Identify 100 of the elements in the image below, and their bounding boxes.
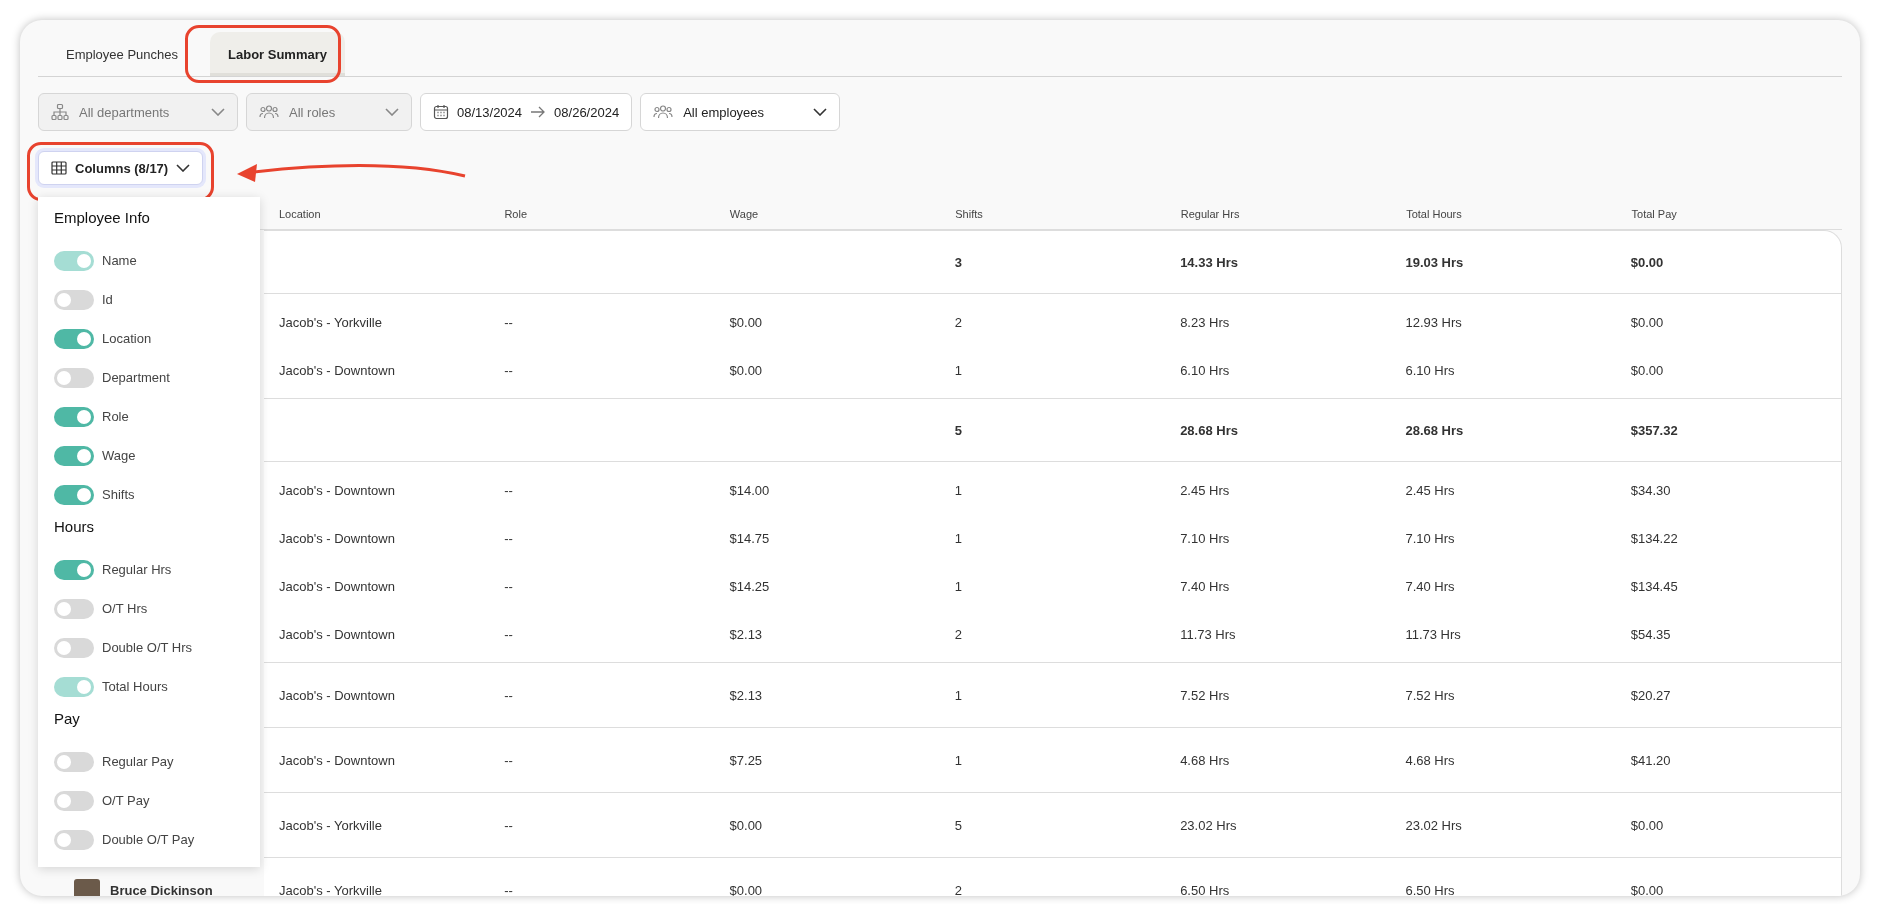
toggle-switch[interactable] bbox=[54, 751, 94, 772]
toggle-switch[interactable] bbox=[54, 445, 94, 466]
toggle-label: Double O/T Pay bbox=[102, 832, 195, 847]
toggle-switch[interactable] bbox=[54, 598, 94, 619]
table-cell-text: 7.52 Hrs bbox=[1179, 687, 1231, 703]
calendar-icon bbox=[433, 104, 449, 120]
table-cell-text: 6.10 Hrs bbox=[1179, 362, 1231, 378]
table-cell-text: $0.00 bbox=[1629, 314, 1665, 330]
start-date: 08/13/2024 bbox=[457, 104, 523, 120]
table-cell-text: 23.02 Hrs bbox=[1179, 817, 1238, 833]
table-cell-text: 8.23 Hrs bbox=[1179, 314, 1231, 330]
table-cell-text: Jacob's - Yorkville bbox=[278, 314, 383, 330]
table-cell-text: $0.00 bbox=[1629, 882, 1665, 896]
table-cell-text: 7.10 Hrs bbox=[1404, 530, 1456, 546]
toggle-label: Regular Hrs bbox=[102, 562, 172, 577]
table-cell-text: 4.68 Hrs bbox=[1404, 752, 1456, 768]
toggle-switch[interactable] bbox=[54, 484, 94, 505]
toggle-switch[interactable] bbox=[54, 289, 94, 310]
column-header[interactable]: Total Pay bbox=[1616, 208, 1842, 220]
table-cell-text: $134.45 bbox=[1629, 578, 1679, 594]
toggle-switch[interactable] bbox=[54, 637, 94, 658]
toggle-switch[interactable] bbox=[54, 559, 94, 580]
table-cell-text: $2.13 bbox=[728, 687, 764, 703]
table-cell-text: $20.27 bbox=[1629, 687, 1672, 703]
toggle-switch[interactable] bbox=[54, 367, 94, 388]
chevron-down-icon bbox=[813, 108, 828, 116]
table-cell-text: $0.00 bbox=[728, 882, 764, 896]
table-cell-text: 7.10 Hrs bbox=[1179, 530, 1231, 546]
column-header[interactable]: Shifts bbox=[940, 208, 1166, 220]
employee-name: Bruce Dickinson bbox=[110, 882, 213, 896]
columns-button[interactable]: Columns (8/17) bbox=[38, 151, 204, 185]
tab[interactable]: Labor Summary bbox=[210, 32, 345, 76]
table-cell-text: $0.00 bbox=[1629, 817, 1665, 833]
section-heading: Employee Info bbox=[54, 209, 151, 228]
table-cell-text: -- bbox=[503, 752, 514, 768]
table-cell-text: -- bbox=[503, 530, 514, 546]
column-header[interactable]: Role bbox=[489, 208, 715, 220]
table-cell-text: 7.40 Hrs bbox=[1179, 578, 1231, 594]
table-cell-text: 2 bbox=[953, 314, 964, 330]
table-cell-text: -- bbox=[503, 687, 514, 703]
column-header[interactable]: Total Hours bbox=[1391, 208, 1617, 220]
table-cell-text: -- bbox=[503, 882, 514, 896]
toggle-label: O/T Pay bbox=[102, 793, 150, 808]
toggle-label: Id bbox=[102, 292, 113, 307]
chevron-down-icon bbox=[211, 108, 225, 116]
toggle-label: Name bbox=[102, 253, 137, 268]
toggle-label: O/T Hrs bbox=[102, 601, 148, 616]
arrow-right-icon bbox=[530, 106, 547, 118]
table-cell-text: 1 bbox=[953, 530, 964, 546]
filter-dropdown[interactable]: All employees bbox=[640, 93, 841, 131]
table-cell-text: $0.00 bbox=[728, 362, 764, 378]
toggle-label: Department bbox=[102, 370, 170, 385]
column-header[interactable]: Wage bbox=[714, 208, 941, 220]
table-cell-text: -- bbox=[503, 626, 514, 642]
toggle-label: Wage bbox=[102, 448, 136, 463]
table-cell-text: 7.52 Hrs bbox=[1404, 687, 1456, 703]
table-cell-text: Jacob's - Downtown bbox=[278, 578, 396, 594]
table-cell-text: $0.00 bbox=[1629, 362, 1665, 378]
table-cell-text: -- bbox=[503, 817, 514, 833]
table-cell-text: Jacob's - Yorkville bbox=[278, 817, 383, 833]
toggle-label: Total Hours bbox=[102, 679, 168, 694]
total-cell-text: 14.33 Hrs bbox=[1179, 254, 1239, 270]
table-cell-text: 4.68 Hrs bbox=[1179, 752, 1231, 768]
table-cell-text: 2.45 Hrs bbox=[1404, 482, 1456, 498]
toggle-switch[interactable] bbox=[54, 406, 94, 427]
table-cell-text: 23.02 Hrs bbox=[1404, 817, 1463, 833]
toggle-label: Role bbox=[102, 409, 129, 424]
toggle-switch[interactable] bbox=[54, 328, 94, 349]
table-cell-text: $54.35 bbox=[1629, 626, 1672, 642]
toggle-switch[interactable] bbox=[54, 790, 94, 811]
people-icon bbox=[653, 104, 674, 120]
table-cell-text: 1 bbox=[953, 482, 964, 498]
table-cell-text: -- bbox=[503, 362, 514, 378]
table-cell-text: Jacob's - Downtown bbox=[278, 482, 396, 498]
section-heading: Hours bbox=[54, 518, 95, 537]
tab[interactable]: Employee Punches bbox=[48, 32, 196, 76]
avatar-photo-placeholder bbox=[74, 879, 100, 896]
toggle-label: Shifts bbox=[102, 487, 135, 502]
table-cell-text: Jacob's - Downtown bbox=[278, 752, 396, 768]
table-cell-text: 6.50 Hrs bbox=[1404, 882, 1456, 896]
table-cell-text: 2 bbox=[953, 626, 964, 642]
table-cell-text: $34.30 bbox=[1629, 482, 1672, 498]
toggle-label: Location bbox=[102, 331, 152, 346]
table-cell-text: $14.75 bbox=[728, 530, 771, 546]
people-icon bbox=[259, 104, 279, 120]
column-header[interactable]: Location bbox=[264, 208, 490, 220]
table-cell-text: $14.00 bbox=[728, 482, 771, 498]
toggle-switch[interactable] bbox=[54, 829, 94, 850]
table-icon bbox=[51, 161, 67, 175]
table-cell-text: 2 bbox=[953, 882, 964, 896]
table-cell-text: 6.10 Hrs bbox=[1404, 362, 1456, 378]
table-cell-text: 6.50 Hrs bbox=[1179, 882, 1231, 896]
chevron-down-icon bbox=[176, 164, 191, 172]
section-heading: Pay bbox=[54, 710, 81, 729]
table-cell-text: $2.13 bbox=[728, 626, 764, 642]
table-cell-text: 5 bbox=[953, 817, 964, 833]
end-date: 08/26/2024 bbox=[554, 104, 620, 120]
date-range-field[interactable]: 08/13/2024 08/26/2024 bbox=[420, 93, 633, 131]
table-cell-text: 2.45 Hrs bbox=[1179, 482, 1231, 498]
column-header[interactable]: Regular Hrs bbox=[1165, 208, 1392, 220]
